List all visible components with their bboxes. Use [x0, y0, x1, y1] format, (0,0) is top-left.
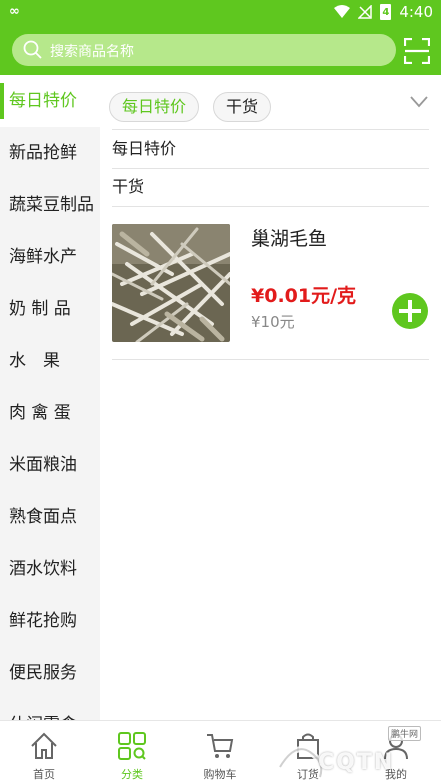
wifi-icon: [334, 5, 351, 18]
sidebar-item-meat-poultry-eggs[interactable]: 肉 禽 蛋: [0, 387, 100, 439]
category-grid-icon: [118, 732, 146, 760]
section-header-dry-goods: 干货: [112, 177, 145, 196]
product-original-price: ¥10元: [251, 313, 295, 331]
sidebar-item-daily-special[interactable]: 每日特价: [0, 75, 100, 127]
product-price: ¥0.01元/克: [251, 285, 357, 307]
search-input[interactable]: 搜索商品名称: [12, 34, 396, 66]
sidebar-item-dairy[interactable]: 奶 制 品: [0, 283, 100, 335]
tab-home-label: 首页: [33, 768, 55, 781]
category-sidebar: 每日特价 新品抢鲜 蔬菜豆制品 海鲜水产 奶 制 品 水 果 肉 禽 蛋 米面粮…: [0, 75, 100, 720]
divider: [112, 206, 429, 207]
chevron-down-icon[interactable]: [410, 96, 428, 108]
divider: [112, 359, 429, 360]
watermark: CQTN 鹏牛网: [270, 722, 441, 784]
tab-home[interactable]: 首页: [0, 721, 88, 784]
search-icon: [23, 40, 42, 59]
scan-icon[interactable]: [404, 38, 430, 64]
infinity-icon: ∞: [9, 4, 20, 19]
subtab-daily-special[interactable]: 每日特价: [109, 92, 200, 122]
tab-category-label: 分类: [121, 768, 143, 781]
sidebar-item-drinks[interactable]: 酒水饮料: [0, 543, 100, 595]
sidebar-item-flowers[interactable]: 鲜花抢购: [0, 595, 100, 647]
header: 搜索商品名称: [0, 25, 441, 75]
subtab-dry-goods[interactable]: 干货: [213, 92, 272, 122]
section-header-daily-special: 每日特价: [112, 139, 177, 158]
no-signal-icon: [358, 5, 373, 19]
clock: 4:40: [399, 3, 433, 21]
cart-icon: [207, 734, 234, 758]
watermark-text: CQTN: [318, 750, 395, 775]
sidebar-item-fruit[interactable]: 水 果: [0, 335, 100, 387]
sidebar-item-new-fresh[interactable]: 新品抢鲜: [0, 127, 100, 179]
home-icon: [31, 732, 57, 759]
product-name[interactable]: 巢湖毛鱼: [251, 224, 327, 251]
sidebar-item-grain-oil[interactable]: 米面粮油: [0, 439, 100, 491]
tab-cart[interactable]: 购物车: [176, 721, 264, 784]
subcategory-tabs: 每日特价 干货: [100, 75, 441, 129]
battery-icon: 4: [380, 4, 392, 20]
watermark-small: 鹏牛网: [388, 726, 422, 741]
status-bar: ∞ 4 4:40: [0, 0, 441, 25]
tab-cart-label: 购物车: [203, 768, 237, 781]
search-placeholder: 搜索商品名称: [50, 44, 134, 60]
sidebar-item-services[interactable]: 便民服务: [0, 647, 100, 699]
add-to-cart-button[interactable]: [391, 292, 429, 330]
tab-category[interactable]: 分类: [88, 721, 176, 784]
sidebar-item-snacks[interactable]: 休闲零食: [0, 699, 100, 720]
sidebar-item-seafood[interactable]: 海鲜水产: [0, 231, 100, 283]
sidebar-item-vegetables-tofu[interactable]: 蔬菜豆制品: [0, 179, 100, 231]
sidebar-item-deli[interactable]: 熟食面点: [0, 491, 100, 543]
product-image[interactable]: [112, 224, 230, 342]
